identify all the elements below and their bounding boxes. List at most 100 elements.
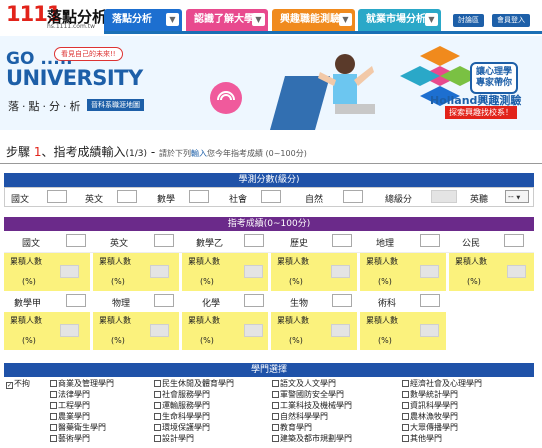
checkbox[interactable] [272, 402, 279, 409]
major-option[interactable]: 資訊科學學門 [402, 400, 458, 411]
major-label: 工業科技及機械學門 [280, 401, 352, 410]
ast-english-input[interactable] [154, 234, 174, 247]
checkbox[interactable] [50, 402, 57, 409]
checkbox[interactable] [402, 435, 409, 442]
ast-label: 國文 [22, 239, 41, 249]
checkbox[interactable] [402, 402, 409, 409]
gsat-science-input[interactable] [343, 190, 363, 203]
checkbox[interactable] [154, 402, 161, 409]
major-label: 教育學門 [280, 423, 312, 432]
major-label: 大眾傳播學門 [410, 423, 458, 432]
major-option[interactable]: 商業及管理學門 [50, 378, 114, 389]
tab-interest-test[interactable]: 興趣職能測驗 ▼ [272, 9, 355, 31]
ast-arts-input[interactable] [420, 294, 440, 307]
gsat-math-input[interactable] [189, 190, 209, 203]
tab-job-market[interactable]: 就業市場分析 ▼ [358, 9, 441, 31]
checkbox[interactable] [50, 380, 57, 387]
chevron-down-icon: ▼ [516, 195, 521, 201]
major-label: 自然科學學門 [280, 412, 328, 421]
ast-civics-input[interactable] [504, 234, 524, 247]
checkbox[interactable] [154, 413, 161, 420]
checkbox[interactable] [154, 435, 161, 442]
major-label: 民生休閒及體育學門 [162, 379, 234, 388]
ast-physics-input[interactable] [154, 294, 174, 307]
major-option[interactable]: 經濟社會及心理學門 [402, 378, 482, 389]
banner-subtitle: 落‧點‧分‧析 [8, 100, 84, 113]
major-option[interactable]: 運輸服務學門 [154, 400, 210, 411]
gsat-chinese-input[interactable] [47, 190, 67, 203]
major-option[interactable]: 數學統計學門 [402, 389, 458, 400]
ast-math-b-input[interactable] [244, 234, 264, 247]
checkbox[interactable] [272, 391, 279, 398]
banner[interactable]: 看見自己的未來!! GO ..... UNIVERSITY 落‧點‧分‧析 晉科… [0, 36, 542, 130]
gsat-label: 英文 [85, 195, 104, 205]
major-label: 資訊科學學門 [410, 401, 458, 410]
cum-label: 累積人數 [277, 316, 309, 325]
ast-math-a-input[interactable] [66, 294, 86, 307]
major-option[interactable]: 建築及都市規劃學門 [272, 433, 352, 444]
checkbox[interactable] [402, 413, 409, 420]
major-option[interactable]: 法律學門 [50, 389, 90, 400]
tab-university[interactable]: 認識了解大學 ▼ [186, 9, 268, 31]
gsat-label: 自然 [305, 195, 324, 205]
major-option[interactable]: 工業科技及機械學門 [272, 400, 352, 411]
major-label: 藝術學門 [58, 434, 90, 443]
major-option[interactable]: 藝術學門 [50, 433, 90, 444]
logo-url: hs.1111.com.tw [47, 23, 95, 30]
checkbox[interactable] [154, 391, 161, 398]
major-label: 醫藥衛生學門 [58, 423, 106, 432]
ast-label: 化學 [202, 299, 221, 309]
cum-output [150, 265, 169, 278]
checkbox[interactable] [50, 424, 57, 431]
member-login-button[interactable]: 會員登入 [492, 14, 530, 27]
checkbox[interactable]: ✓ [6, 382, 13, 389]
checkbox[interactable] [272, 424, 279, 431]
major-option[interactable]: 社會服務學門 [154, 389, 210, 400]
major-option[interactable]: 大眾傳播學門 [402, 422, 458, 433]
checkbox[interactable] [272, 435, 279, 442]
step-title: 步驟 1、指考成績輸入(1/3) - 請於下列輸入您今年指考成績 (0~100分… [6, 143, 307, 160]
tab-analysis[interactable]: 落點分析 ▼ [104, 9, 182, 31]
major-option[interactable]: 生命科學學門 [154, 411, 210, 422]
checkbox[interactable] [402, 391, 409, 398]
cum-cell: 累積人數 (%) [360, 312, 446, 350]
ast-geography-input[interactable] [420, 234, 440, 247]
ast-chinese-input[interactable] [66, 234, 86, 247]
ast-row-2: 數學甲 物理 化學 生物 術科 [4, 292, 534, 312]
gsat-english-input[interactable] [117, 190, 137, 203]
major-option[interactable]: 語文及人文學門 [272, 378, 336, 389]
major-option[interactable]: 環境保護學門 [154, 422, 210, 433]
ast-chemistry-input[interactable] [244, 294, 264, 307]
checkbox[interactable] [272, 413, 279, 420]
major-option[interactable]: 軍警國防安全學門 [272, 389, 344, 400]
major-option[interactable]: 農林漁牧學門 [402, 411, 458, 422]
checkbox[interactable] [50, 413, 57, 420]
chevron-down-icon: ▼ [252, 13, 265, 26]
checkbox[interactable] [154, 380, 161, 387]
major-option[interactable]: 農業學門 [50, 411, 90, 422]
major-option[interactable]: 醫藥衛生學門 [50, 422, 106, 433]
major-option[interactable]: 自然科學學門 [272, 411, 328, 422]
checkbox[interactable] [402, 424, 409, 431]
major-option[interactable]: 民生休閒及體育學門 [154, 378, 234, 389]
major-option[interactable]: 其他學門 [402, 433, 442, 444]
major-label: 商業及管理學門 [58, 379, 114, 388]
listening-select[interactable]: -- ▼ [505, 190, 529, 203]
major-label: 不拘 [14, 379, 30, 388]
checkbox[interactable] [50, 391, 57, 398]
major-option[interactable]: 工程學門 [50, 400, 90, 411]
forum-button[interactable]: 討論區 [453, 14, 484, 27]
checkbox[interactable] [154, 424, 161, 431]
checkbox[interactable] [272, 380, 279, 387]
major-option[interactable]: ✓ 不拘 [6, 378, 30, 389]
gsat-label: 總級分 [385, 195, 413, 205]
pct-label: (%) [22, 336, 36, 345]
major-option[interactable]: 教育學門 [272, 422, 312, 433]
cum-output [331, 324, 350, 337]
checkbox[interactable] [50, 435, 57, 442]
ast-history-input[interactable] [332, 234, 352, 247]
gsat-social-input[interactable] [261, 190, 281, 203]
checkbox[interactable] [402, 380, 409, 387]
major-option[interactable]: 設計學門 [154, 433, 194, 444]
ast-biology-input[interactable] [332, 294, 352, 307]
